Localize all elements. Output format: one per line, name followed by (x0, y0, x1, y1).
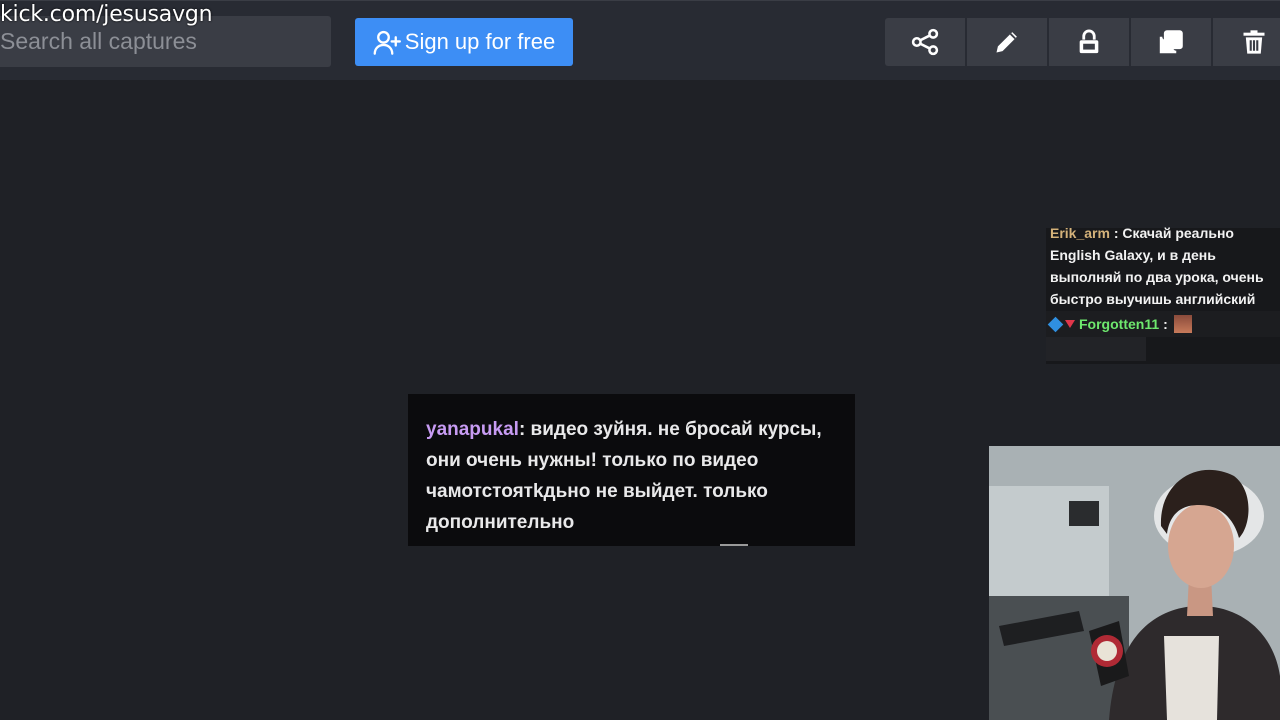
edit-button[interactable] (967, 18, 1049, 66)
emote-icon (1173, 315, 1192, 333)
webcam-scene (989, 446, 1280, 720)
share-icon (911, 28, 939, 56)
cube-badge-icon (1047, 316, 1064, 332)
lock-button[interactable] (1049, 18, 1131, 66)
trash-icon (1243, 30, 1265, 54)
stream-url-overlay: kick.com/jesusavgn (0, 2, 213, 27)
chat-username: Forgotten11 (1079, 316, 1160, 332)
duplicate-icon (1159, 30, 1183, 54)
chat-message: Erik_arm : Скачай реально English Galaxy… (1050, 222, 1276, 310)
sign-up-button[interactable]: Sign up for free (355, 18, 573, 66)
pencil-icon (996, 32, 1017, 53)
streamer-webcam (989, 446, 1280, 720)
chat-username: Erik_arm (1050, 225, 1110, 241)
chat-message: Forgotten11 : (1046, 311, 1280, 337)
add-user-icon (373, 30, 401, 55)
chat-placeholder-row (1046, 337, 1146, 361)
chat-popup: yanapukal: видео зуйня. не бросай курсы,… (408, 394, 855, 546)
delete-button[interactable] (1213, 18, 1280, 66)
chat-separator: : (1163, 316, 1168, 332)
share-button[interactable] (885, 18, 967, 66)
chat-popup-username: yanapukal (426, 419, 519, 440)
capture-actions (885, 18, 1280, 66)
heart-badge-icon (1065, 320, 1075, 328)
lock-icon (1079, 29, 1099, 54)
sign-up-label: Sign up for free (404, 29, 556, 54)
duplicate-button[interactable] (1131, 18, 1213, 66)
stream-chat-panel: Erik_arm : Скачай реально English Galaxy… (1046, 225, 1280, 364)
chat-popup-divider (720, 544, 748, 546)
